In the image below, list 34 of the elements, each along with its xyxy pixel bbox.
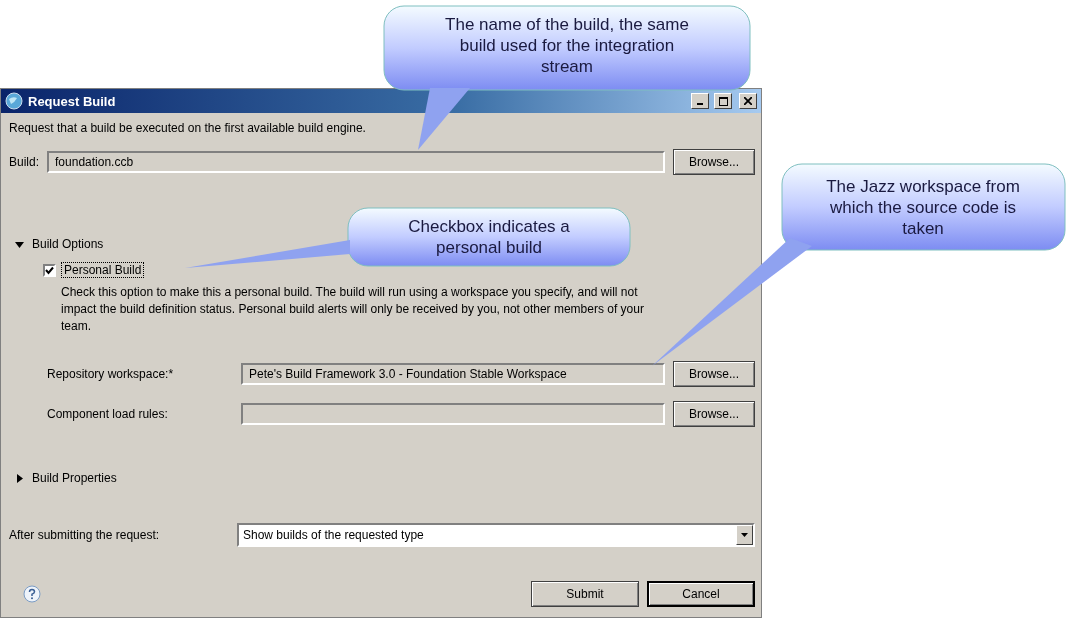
checkbox-label[interactable]: Personal Build (61, 262, 145, 278)
callout-text: The name of the build, the same build used for the integration stream (444, 14, 690, 77)
dialog-button[interactable]: Submit (531, 581, 639, 607)
triangle-icon (15, 473, 24, 483)
description-text: Check this option to make this a personal build. The build will run using a workspace you specify, and will not impact the build definition status. Personal build alerts will only be received by you, not other members of your team. (60, 284, 645, 335)
globe-icon (5, 92, 23, 110)
intro-text: Request that a build be executed on the first available build engine. (9, 121, 367, 135)
triangle-icon (15, 239, 24, 249)
checkmark-icon (45, 265, 54, 275)
maximize-icon (718, 96, 728, 106)
field-label: Repository workspace:* (47, 367, 175, 381)
close-icon (744, 97, 752, 105)
after-submit-label: After submitting the request: (9, 528, 161, 542)
callout-text: The Jazz workspace from which the source code is taken (825, 176, 1021, 239)
window-title: Request Build (28, 93, 117, 109)
checkbox[interactable] (43, 263, 56, 277)
build-properties-toggle[interactable]: Build Properties (15, 471, 117, 485)
field-label: Component load rules: (47, 407, 169, 421)
help-icon[interactable] (23, 585, 41, 603)
close-button[interactable] (739, 93, 757, 109)
build-field[interactable]: foundation.ccb (47, 151, 665, 173)
maximize-button[interactable] (714, 93, 732, 109)
dropdown-value: Show builds of the requested type (243, 528, 424, 542)
browse-button[interactable]: Browse... (673, 361, 755, 387)
browse-button[interactable]: Browse... (673, 401, 755, 427)
input-field[interactable] (241, 403, 665, 425)
input-field[interactable]: Pete's Build Framework 3.0 - Foundation Stable Workspace (241, 363, 665, 385)
minimize-button[interactable] (691, 93, 709, 109)
build-options-toggle[interactable]: Build Options (15, 237, 104, 251)
browse-button[interactable]: Browse... (673, 149, 755, 175)
callout-text: Checkbox indicates a personal build (407, 216, 571, 258)
after-submit-dropdown[interactable]: Show builds of the requested type (237, 523, 755, 547)
build-label: Build: (9, 155, 40, 169)
dialog-button[interactable]: Cancel (647, 581, 755, 607)
